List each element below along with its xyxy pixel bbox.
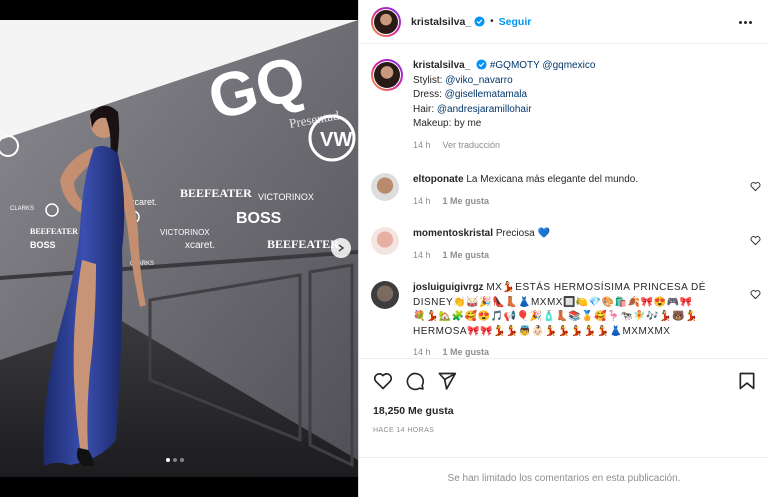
verified-badge-icon (476, 59, 487, 70)
comment-time: 14 h (413, 249, 431, 260)
carousel-dot (180, 458, 184, 462)
like-heart-icon[interactable] (373, 371, 393, 391)
comment-likes[interactable]: 1 Me gusta (443, 194, 490, 209)
commenter-avatar[interactable] (371, 173, 399, 201)
comment-item: eltoponate La Mexicana más elegante del … (371, 173, 761, 208)
commenter-avatar[interactable] (371, 227, 399, 255)
like-comment-heart-icon[interactable] (750, 235, 761, 246)
next-photo-button[interactable] (331, 238, 351, 258)
see-translation-link[interactable]: Ver traducción (443, 138, 501, 153)
caption-line: Makeup: by me (413, 118, 482, 129)
comments-limited-notice: Se han limitado los comentarios en esta … (359, 457, 768, 498)
caption-time: 14 h (413, 139, 431, 150)
post-photo: GQ Presentad VW BEEFEATER VICTORINOX BOS… (0, 20, 358, 477)
svg-text:CLARKS: CLARKS (10, 206, 34, 212)
comment-time: 14 h (413, 347, 431, 357)
likes-count[interactable]: 18,250 Me gusta (373, 405, 454, 417)
post-details-panel: kristalsilva_ • Seguir kristalsilva_ #GQ… (358, 0, 768, 497)
svg-text:VICTORINOX: VICTORINOX (160, 228, 210, 237)
author-avatar[interactable] (371, 6, 401, 37)
svg-text:xcaret.: xcaret. (185, 240, 215, 251)
more-options-icon[interactable] (739, 14, 755, 30)
caption-line: Stylist: @viko_navarro (413, 74, 513, 86)
post-media[interactable]: GQ Presentad VW BEEFEATER VICTORINOX BOS… (0, 0, 358, 497)
comment-item: momentoskristal Preciosa 💙 14 h 1 Me gus… (371, 227, 761, 262)
beefeater-logo: BEEFEATER (180, 186, 252, 200)
caption-text[interactable]: #GQMOTY @gqmexico (490, 60, 596, 71)
comment-likes[interactable]: 1 Me gusta (443, 345, 490, 358)
chevron-right-icon (338, 244, 345, 252)
caption-avatar[interactable] (371, 59, 403, 91)
like-comment-heart-icon[interactable] (750, 289, 761, 300)
follow-button[interactable]: Seguir (499, 16, 532, 28)
post-timestamp: HACE 14 HORAS (373, 427, 435, 434)
mention-link[interactable]: @gisellematamala (445, 89, 527, 100)
svg-text:VW: VW (320, 129, 352, 151)
carousel-dot (166, 458, 170, 462)
verified-badge-icon (474, 16, 485, 27)
comments-list[interactable]: kristalsilva_ #GQMOTY @gqmexico Stylist:… (359, 45, 768, 358)
commenter-username[interactable]: josluiguigivrgz (413, 282, 484, 293)
author-username[interactable]: kristalsilva_ (411, 16, 471, 28)
commenter-avatar[interactable] (371, 281, 399, 309)
comment-text-continued: 💐💃🏡🧩🥰😍🎵📢🎈🎉🧴👢📚🏅🥰🦩🐄🧚🎶💃🏻🐻💃 (413, 311, 698, 322)
like-comment-heart-icon[interactable] (750, 181, 761, 192)
instagram-post: GQ Presentad VW BEEFEATER VICTORINOX BOS… (0, 0, 768, 497)
mention-link[interactable]: @viko_navarro (445, 75, 512, 86)
boss-logo: BOSS (236, 210, 282, 227)
share-icon[interactable] (437, 371, 457, 391)
commenter-username[interactable]: eltoponate (413, 174, 464, 185)
comment-item: josluiguigivrgz MX💃ESTÁS HERMOSÍSIMA PRI… (371, 281, 761, 358)
post-caption: kristalsilva_ #GQMOTY @gqmexico Stylist:… (371, 59, 761, 152)
comment-text: La Mexicana más elegante del mundo. (466, 174, 639, 185)
caption-line: Dress: @gisellematamala (413, 89, 528, 100)
comment-text: Preciosa 💙 (495, 228, 550, 239)
mention-link[interactable]: @andresjaramillohair (437, 104, 532, 115)
commenter-username[interactable]: momentoskristal (413, 228, 493, 239)
comment-likes[interactable]: 1 Me gusta (443, 248, 490, 263)
caption-line: Hair: @andresjaramillohair (413, 103, 532, 115)
caption-username[interactable]: kristalsilva_ (413, 60, 470, 71)
svg-text:BOSS: BOSS (30, 240, 56, 250)
svg-text:BEEFEATER: BEEFEATER (30, 227, 78, 236)
header-separator: • (490, 16, 494, 27)
comment-icon[interactable] (405, 371, 425, 391)
post-header: kristalsilva_ • Seguir (359, 0, 768, 44)
victorinox-logo: VICTORINOX (258, 192, 314, 202)
comment-text-continued: HERMOSA🎀🎀💃💃👼👶🏻💃💃💃💃💃👗MXMXMX (413, 325, 671, 337)
carousel-dot (173, 458, 177, 462)
carousel-indicator (166, 458, 184, 462)
svg-text:BEEFEATER: BEEFEATER (267, 237, 339, 251)
comment-time: 14 h (413, 195, 431, 206)
save-bookmark-icon[interactable] (737, 371, 757, 391)
post-actions: 18,250 Me gusta HACE 14 HORAS Se han lim… (359, 358, 768, 497)
